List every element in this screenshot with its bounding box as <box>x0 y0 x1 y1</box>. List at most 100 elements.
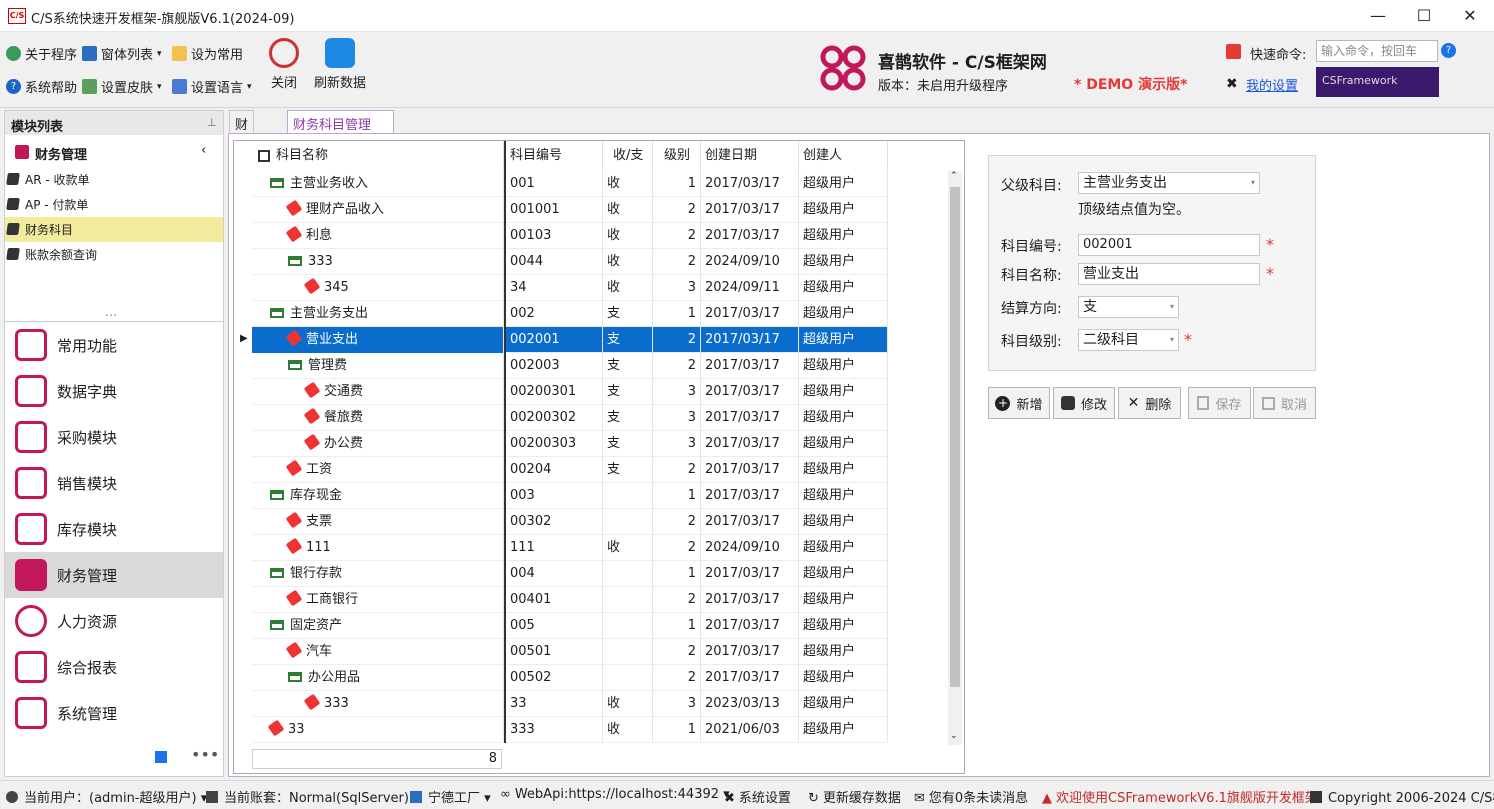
app-icon: C/S <box>8 8 26 24</box>
table-row[interactable]: 办公用品 00502 2 2017/03/17 超级用户 <box>252 665 888 691</box>
table-row[interactable]: 办公费 00200303 支 3 2017/03/17 超级用户 <box>252 431 888 457</box>
direction-select[interactable]: 支 ▾ <box>1078 296 1179 318</box>
delete-icon: ✕ <box>1127 395 1140 411</box>
window-list-button[interactable]: 窗体列表 ▾ <box>82 44 162 63</box>
col-header-name[interactable]: 科目名称 <box>252 141 504 171</box>
group-header[interactable]: 财务管理 ‹ <box>5 139 223 165</box>
col-header-level[interactable]: 级别 <box>653 141 701 171</box>
table-row[interactable]: 汽车 00501 2 2017/03/17 超级用户 <box>252 639 888 665</box>
module-panel: 模块列表 ⊥ 财务管理 ‹ AR - 收款单 AP - 付款单 财务科目 账款余… <box>4 110 224 777</box>
cell-dir <box>603 587 653 613</box>
direction-label: 结算方向: <box>1001 301 1062 317</box>
cell-user: 超级用户 <box>799 405 888 431</box>
tab-finance[interactable]: 财务管理 <box>229 110 255 190</box>
help-button[interactable]: ? 系统帮助 <box>6 77 77 96</box>
level-select[interactable]: 二级科目 ▾ <box>1078 329 1179 351</box>
settings-status[interactable]: ✖ 系统设置 <box>724 787 791 806</box>
table-row[interactable]: 营业支出 002001 支 2 2017/03/17 超级用户 <box>252 327 888 353</box>
cube-icon <box>6 223 20 235</box>
nav-item-balance[interactable]: 账款余额查询 <box>5 242 223 267</box>
module-sales[interactable]: 销售模块 <box>5 460 223 506</box>
module-finance[interactable]: 财务管理 <box>5 552 223 598</box>
version-text: 版本：未启用升级程序 <box>878 79 1009 94</box>
set-favorite-button[interactable]: 设为常用 <box>172 44 243 63</box>
nav-item-ap[interactable]: AP - 付款单 <box>5 192 223 217</box>
scroll-up-icon[interactable]: ⌃ <box>950 171 958 181</box>
cache-status[interactable]: ↻ 更新缓存数据 <box>808 787 901 806</box>
table-row[interactable]: 交通费 00200301 支 3 2017/03/17 超级用户 <box>252 379 888 405</box>
module-system[interactable]: 系统管理 <box>5 690 223 736</box>
maximize-button[interactable]: ☐ <box>1401 0 1447 32</box>
col-header-dir[interactable]: 收/支 <box>603 141 653 171</box>
nav-item-ar[interactable]: AR - 收款单 <box>5 167 223 192</box>
my-settings-link[interactable]: 我的设置 <box>1246 75 1298 94</box>
cell-user: 超级用户 <box>799 509 888 535</box>
message-status[interactable]: ✉ 您有0条未读消息 <box>914 787 1028 806</box>
table-row[interactable]: 主营业务支出 002 支 1 2017/03/17 超级用户 <box>252 301 888 327</box>
minimize-button[interactable]: — <box>1355 0 1401 32</box>
vertical-scrollbar[interactable]: ⌃ ⌄ <box>948 171 962 745</box>
cube-outline-icon <box>258 150 270 162</box>
close-module-button[interactable]: 关闭 <box>266 38 302 91</box>
cell-code: 00200302 <box>504 405 603 431</box>
skin-button[interactable]: 设置皮肤 ▾ <box>82 77 162 96</box>
table-row[interactable]: 111 111 收 2 2024/09/10 超级用户 <box>252 535 888 561</box>
table-row[interactable]: 理财产品收入 001001 收 2 2017/03/17 超级用户 <box>252 197 888 223</box>
delete-button[interactable]: ✕ 删除 <box>1118 387 1181 419</box>
quick-command-input[interactable]: 输入命令，按回车 <box>1316 40 1438 62</box>
save-button[interactable]: 保存 <box>1188 387 1251 419</box>
pin-icon[interactable]: ⊥ <box>207 116 217 129</box>
tab-accounts[interactable]: 财务科目管理 ✕ <box>287 110 394 147</box>
more-icon[interactable]: ••• <box>191 745 219 764</box>
module-reports[interactable]: 综合报表 <box>5 644 223 690</box>
table-row[interactable]: 管理费 002003 支 2 2017/03/17 超级用户 <box>252 353 888 379</box>
table-row[interactable]: 主营业务收入 001 收 1 2017/03/17 超级用户 <box>252 171 888 197</box>
parent-hint: 顶级结点值为空。 <box>1078 202 1190 218</box>
table-row[interactable]: 33 333 收 1 2021/06/03 超级用户 <box>252 717 888 743</box>
window-icon[interactable] <box>155 751 167 763</box>
factory-status[interactable]: 宁德工厂 ▾ <box>410 787 491 806</box>
refresh-label: 刷新数据 <box>313 76 366 91</box>
module-hr[interactable]: 人力资源 <box>5 598 223 644</box>
module-inventory[interactable]: 库存模块 <box>5 506 223 552</box>
table-row[interactable]: 333 33 收 3 2023/03/13 超级用户 <box>252 691 888 717</box>
table-row[interactable]: 固定资产 005 1 2017/03/17 超级用户 <box>252 613 888 639</box>
cancel-button[interactable]: 取消 <box>1253 387 1316 419</box>
collapse-icon[interactable]: ‹ <box>201 143 206 158</box>
cell-name: 库存现金 <box>252 483 504 509</box>
add-button[interactable]: + 新增 <box>988 387 1050 419</box>
webapi-status[interactable]: ∞ WebApi:https://localhost:44392 ▾ <box>500 787 730 802</box>
nav-item-accounts[interactable]: 财务科目 <box>5 217 223 242</box>
table-row[interactable]: 工资 00204 支 2 2017/03/17 超级用户 <box>252 457 888 483</box>
language-button[interactable]: 设置语言 ▾ <box>172 77 252 96</box>
table-row[interactable]: 工商银行 00401 2 2017/03/17 超级用户 <box>252 587 888 613</box>
module-purchase[interactable]: 采购模块 <box>5 414 223 460</box>
module-dictionary[interactable]: 数据字典 <box>5 368 223 414</box>
scroll-down-icon[interactable]: ⌄ <box>950 731 958 741</box>
table-row[interactable]: 支票 00302 2 2017/03/17 超级用户 <box>252 509 888 535</box>
col-header-date[interactable]: 创建日期 <box>701 141 799 171</box>
edit-button[interactable]: 修改 <box>1053 387 1115 419</box>
table-row[interactable]: 银行存款 004 1 2017/03/17 超级用户 <box>252 561 888 587</box>
framework-banner: CSFramework <box>1316 67 1439 97</box>
splitter-grip[interactable]: ... <box>105 305 117 320</box>
table-row[interactable]: 333 0044 收 2 2024/09/10 超级用户 <box>252 249 888 275</box>
scrollbar-thumb[interactable] <box>950 187 960 687</box>
code-input[interactable]: 002001 <box>1078 234 1260 256</box>
table-row[interactable]: 库存现金 003 1 2017/03/17 超级用户 <box>252 483 888 509</box>
table-row[interactable]: 利息 00103 收 2 2017/03/17 超级用户 <box>252 223 888 249</box>
module-label: 销售模块 <box>57 474 118 493</box>
col-header-code[interactable]: 科目编号 <box>504 141 603 171</box>
close-window-button[interactable]: ✕ <box>1447 0 1493 32</box>
module-common[interactable]: 常用功能 <box>5 322 223 368</box>
about-button[interactable]: 关于程序 <box>6 44 77 63</box>
user-status[interactable]: 当前用户：(admin-超级用户) ▾ <box>6 787 207 806</box>
help-circle-icon[interactable]: ? <box>1441 43 1456 58</box>
refresh-button[interactable]: 刷新数据 <box>312 38 368 91</box>
table-row[interactable]: 345 34 收 3 2024/09/11 超级用户 <box>252 275 888 301</box>
nav-item-label: 财务科目 <box>25 223 74 237</box>
parent-select[interactable]: 主营业务支出 ▾ <box>1078 172 1260 194</box>
name-input[interactable]: 营业支出 <box>1078 263 1260 285</box>
table-row[interactable]: 餐旅费 00200302 支 3 2017/03/17 超级用户 <box>252 405 888 431</box>
col-header-user[interactable]: 创建人 <box>799 141 888 171</box>
